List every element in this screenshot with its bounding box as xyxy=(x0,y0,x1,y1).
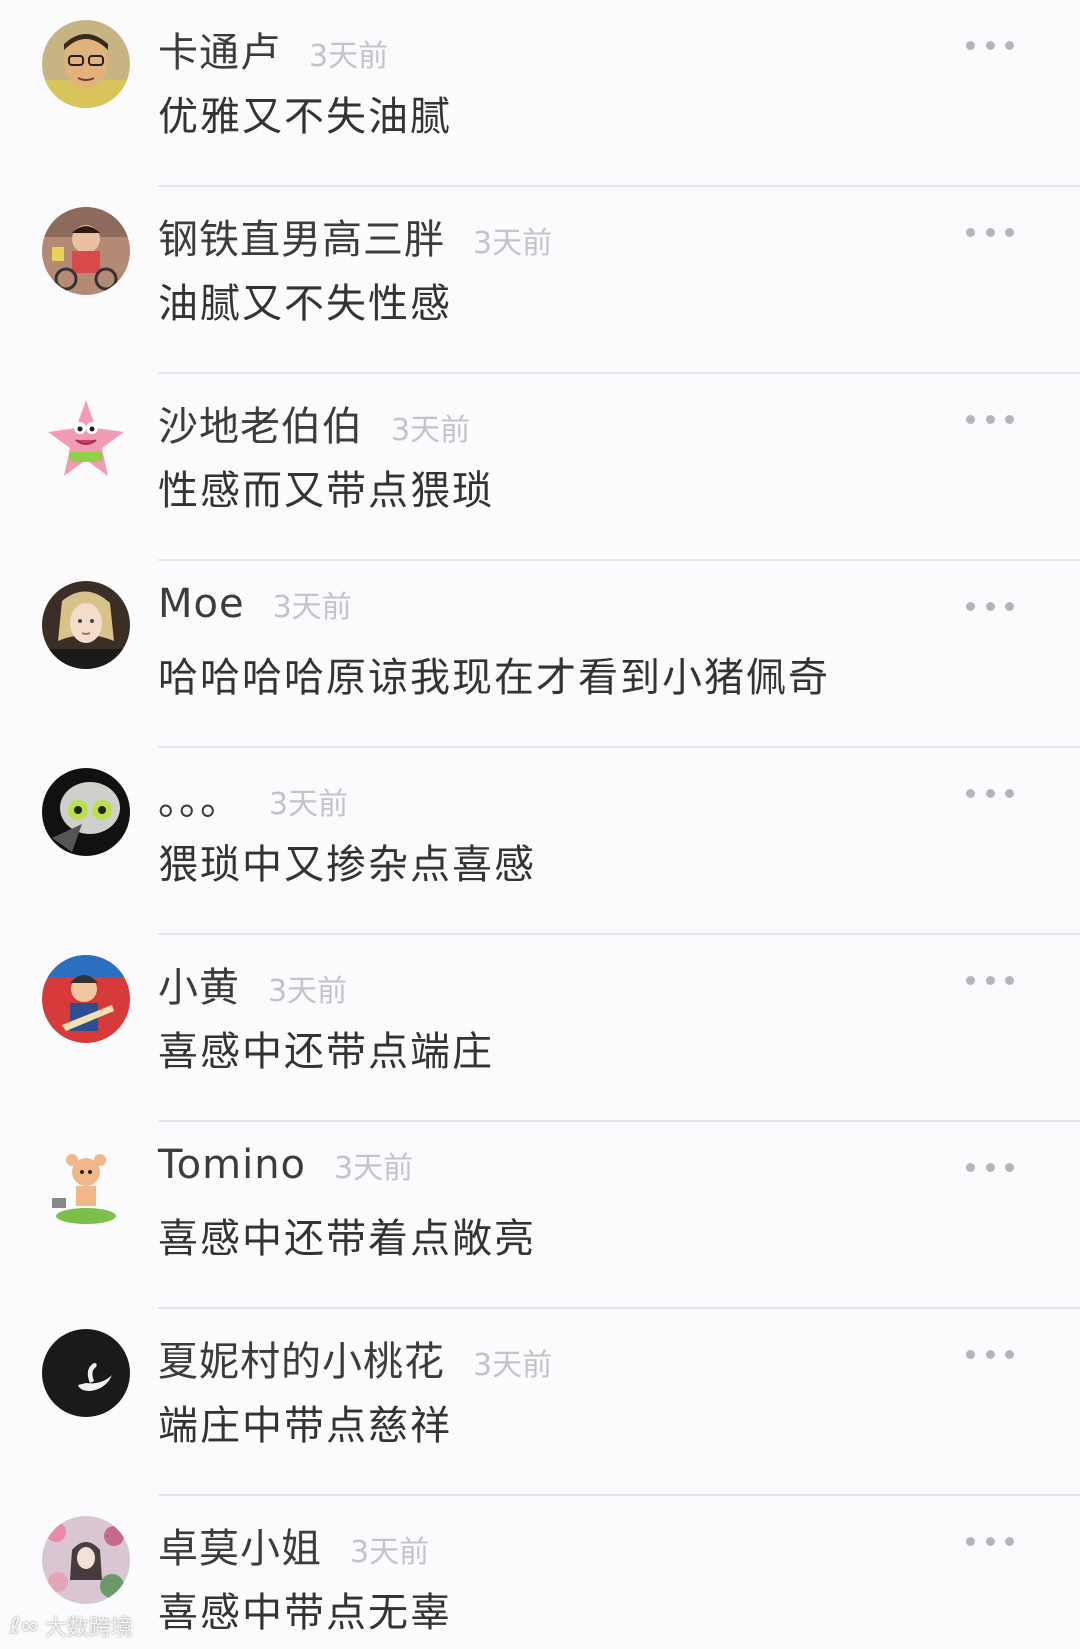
more-dots-icon[interactable] xyxy=(966,1160,1014,1174)
avatar-swan-black-icon[interactable] xyxy=(42,1329,130,1417)
comment-author-name[interactable]: 卡通卢 xyxy=(158,20,281,78)
comment-time: 3天前 xyxy=(473,226,553,261)
more-dots-icon[interactable] xyxy=(966,973,1014,987)
more-dots-icon[interactable] xyxy=(966,412,1014,426)
comment-time: 3天前 xyxy=(309,39,389,74)
comment-author-name[interactable]: Moe xyxy=(158,581,245,627)
comment-text: 油腻又不失性感 xyxy=(158,281,452,327)
comment-time: 3天前 xyxy=(473,1348,553,1383)
comment-author-name[interactable]: 小黄 xyxy=(158,955,240,1013)
more-dots-icon[interactable] xyxy=(966,1534,1014,1548)
comment-row: Moe 3天前 哈哈哈哈原谅我现在才看到小猪佩奇 xyxy=(0,561,1080,748)
avatar-robot-green-icon[interactable] xyxy=(42,768,130,856)
comment-row: 。。。 3天前 猥琐中又掺杂点喜感 xyxy=(0,748,1080,935)
avatar-woman-portrait-icon[interactable] xyxy=(42,581,130,669)
avatar-girl-flowers-icon[interactable] xyxy=(42,1516,130,1604)
comment-row: 卡通卢 3天前 优雅又不失油腻 xyxy=(0,0,1080,187)
avatar-patrick-star-icon[interactable] xyxy=(42,394,130,482)
more-dots-icon[interactable] xyxy=(966,225,1014,239)
comment-row: 沙地老伯伯 3天前 性感而又带点猥琐 xyxy=(0,374,1080,561)
more-dots-icon[interactable] xyxy=(966,1347,1014,1361)
comment-author-name[interactable]: 夏妮村的小桃花 xyxy=(158,1329,445,1387)
comment-row: 小黄 3天前 喜感中还带点端庄 xyxy=(0,935,1080,1122)
more-dots-icon[interactable] xyxy=(966,786,1014,800)
comment-author-name[interactable]: 沙地老伯伯 xyxy=(158,394,363,452)
avatar-guitarist-red-icon[interactable] xyxy=(42,955,130,1043)
comment-list: 卡通卢 3天前 优雅又不失油腻 钢铁直男高三胖 3天前 油腻又不失性感 沙地老伯… xyxy=(0,0,1080,1649)
comment-row: Tomino 3天前 喜感中还带着点敞亮 xyxy=(0,1122,1080,1309)
comment-author-name[interactable]: 钢铁直男高三胖 xyxy=(158,207,445,265)
comment-author-name[interactable]: 。。。 xyxy=(158,768,241,826)
comment-text: 优雅又不失油腻 xyxy=(158,94,452,140)
comment-text: 喜感中带点无辜 xyxy=(158,1590,452,1636)
comment-time: 3天前 xyxy=(334,1151,414,1186)
comment-text: 性感而又带点猥琐 xyxy=(158,468,494,514)
comment-author-name[interactable]: Tomino xyxy=(158,1142,306,1188)
comment-text: 猥琐中又掺杂点喜感 xyxy=(158,842,536,888)
avatar-cartoon-mouse-icon[interactable] xyxy=(42,1142,130,1230)
comment-text: 端庄中带点慈祥 xyxy=(158,1403,452,1449)
watermark: ℓ∞ 大数跨境 xyxy=(10,1610,133,1642)
comment-row: 夏妮村的小桃花 3天前 端庄中带点慈祥 xyxy=(0,1309,1080,1496)
more-dots-icon[interactable] xyxy=(966,599,1014,613)
comment-text: 喜感中还带点端庄 xyxy=(158,1029,494,1075)
comment-row: 卓莫小姐 3天前 喜感中带点无辜 xyxy=(0,1496,1080,1649)
comment-time: 3天前 xyxy=(269,787,349,822)
more-dots-icon[interactable] xyxy=(966,38,1014,52)
comment-text: 哈哈哈哈原谅我现在才看到小猪佩奇 xyxy=(158,655,830,701)
comment-row: 钢铁直男高三胖 3天前 油腻又不失性感 xyxy=(0,187,1080,374)
watermark-text: 大数跨境 xyxy=(44,1616,133,1641)
comment-time: 3天前 xyxy=(268,974,348,1009)
comment-time: 3天前 xyxy=(391,413,471,448)
comment-author-name[interactable]: 卓莫小姐 xyxy=(158,1516,322,1574)
comment-text: 喜感中还带着点敞亮 xyxy=(158,1216,536,1262)
comment-time: 3天前 xyxy=(272,590,352,625)
avatar-man-glasses-yellow-icon[interactable] xyxy=(42,20,130,108)
avatar-child-bike-icon[interactable] xyxy=(42,207,130,295)
comment-time: 3天前 xyxy=(350,1535,430,1570)
watermark-logo: ℓ∞ xyxy=(10,1613,39,1639)
